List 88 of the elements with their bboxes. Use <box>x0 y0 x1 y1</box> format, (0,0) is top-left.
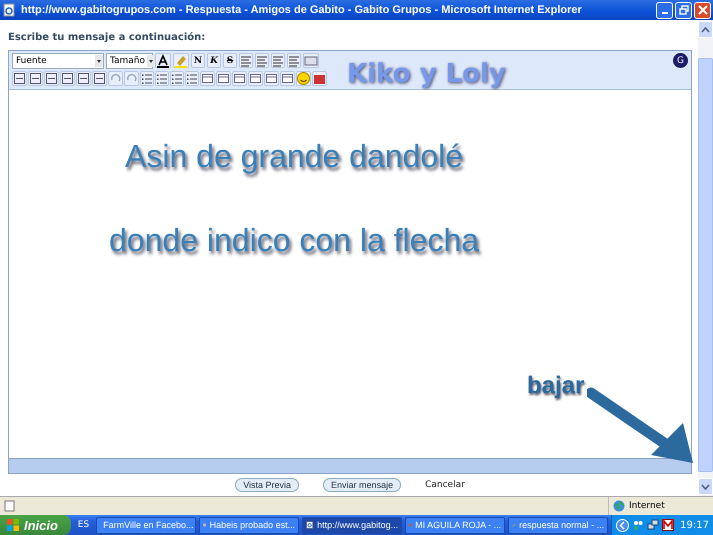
insert-icon <box>281 72 294 86</box>
start-button[interactable]: Inicio <box>0 515 71 535</box>
insert-icon <box>265 72 278 86</box>
list-button[interactable] <box>155 71 169 86</box>
insert-button[interactable] <box>280 71 295 86</box>
insert-button[interactable] <box>232 71 247 86</box>
smiley-icon <box>297 72 310 86</box>
cancel-link[interactable]: Cancelar <box>425 480 465 490</box>
minimize-button[interactable] <box>656 2 673 18</box>
window-title: http://www.gabitogrupos.com - Respuesta - Amigos de Gabito - Gabito Grupos - Microsoft Internet Explorer <box>21 4 583 16</box>
insert-button[interactable] <box>264 71 279 86</box>
insert-button[interactable] <box>248 71 263 86</box>
tool-icon <box>13 72 26 86</box>
code-view-icon <box>304 54 318 67</box>
page-icon <box>4 500 16 512</box>
toolbar-button[interactable] <box>28 71 43 86</box>
align-lines-icon <box>288 54 300 67</box>
tv-icon <box>313 72 326 86</box>
taskbar-item[interactable]: respuesta normal - ... <box>508 516 608 534</box>
list-button[interactable] <box>140 71 154 86</box>
insert-button[interactable] <box>200 71 215 86</box>
taskbar-item[interactable]: Habeis probado est... <box>199 516 300 534</box>
tool-icon <box>93 72 106 86</box>
align-button[interactable] <box>239 53 253 68</box>
mail-icon[interactable] <box>662 519 674 531</box>
insert-button[interactable] <box>216 71 231 86</box>
toolbar-button[interactable] <box>92 71 107 86</box>
html-button[interactable] <box>303 53 319 68</box>
list-icon <box>171 72 183 85</box>
people-icon[interactable] <box>632 519 644 531</box>
align-lines-icon <box>272 54 284 67</box>
text-color-button[interactable] <box>155 53 171 68</box>
list-icon <box>186 72 198 85</box>
message-text: Asin de grande dandolé <box>125 138 464 175</box>
insert-icon <box>217 72 230 86</box>
format-button[interactable]: S <box>223 53 237 68</box>
chevron-icon[interactable] <box>616 518 630 532</box>
format-button[interactable]: N <box>191 53 205 68</box>
language-indicator[interactable]: ES <box>74 520 94 530</box>
video-button[interactable] <box>312 71 327 86</box>
highlighter-icon <box>174 54 188 68</box>
message-text: donde indico con la flecha <box>109 222 480 259</box>
emoticon-button[interactable] <box>296 71 311 86</box>
clock: 19:17 <box>680 520 709 530</box>
dropdown-caret-icon <box>147 54 156 67</box>
form-button[interactable]: Enviar mensaje <box>323 478 402 492</box>
list-button[interactable] <box>185 71 199 86</box>
tool-icon <box>61 72 74 86</box>
windows-logo-icon <box>6 518 20 532</box>
toolbar-button[interactable] <box>12 71 27 86</box>
close-icon <box>698 5 708 15</box>
align-lines-icon <box>256 54 268 67</box>
dropdown-caret-icon <box>95 54 103 67</box>
align-button[interactable] <box>255 53 269 68</box>
letter-a-icon <box>156 54 170 68</box>
minimize-icon <box>662 12 668 14</box>
tool-icon <box>29 72 42 86</box>
form-button[interactable]: Vista Previa <box>235 478 300 492</box>
profile-badge: G <box>673 53 688 68</box>
font-dropdown[interactable]: Fuente <box>12 52 104 69</box>
align-button[interactable] <box>287 53 301 68</box>
tool-icon <box>77 72 90 86</box>
insert-icon <box>249 72 262 86</box>
tool-icon <box>45 72 58 86</box>
network-icon[interactable] <box>647 519 660 531</box>
message-prompt: Escribe tu mensaje a continuación: <box>8 32 206 45</box>
list-button[interactable] <box>170 71 184 86</box>
size-dropdown[interactable]: Tamaño <box>106 52 153 69</box>
insert-icon <box>233 72 246 86</box>
restore-button[interactable] <box>675 2 692 18</box>
page-icon <box>3 3 17 17</box>
list-icon <box>141 72 153 85</box>
toolbar-button[interactable] <box>60 71 75 86</box>
close-button[interactable] <box>694 2 711 18</box>
align-lines-icon <box>240 54 252 67</box>
insert-icon <box>201 72 214 86</box>
taskbar-item[interactable]: MI AGUILA ROJA - ... <box>405 516 506 534</box>
annotation-label: bajar <box>527 372 584 400</box>
signature-overlay: Kiko y Loly <box>347 58 506 89</box>
toolbar-button[interactable] <box>76 71 91 86</box>
taskbar-item[interactable]: http://www.gabitog... <box>302 516 402 534</box>
list-icon <box>156 72 168 85</box>
align-button[interactable] <box>271 53 285 68</box>
restore-icon <box>678 5 688 15</box>
security-zone: Internet <box>629 501 665 511</box>
format-button[interactable]: K <box>207 53 221 68</box>
toolbar-button[interactable] <box>44 71 59 86</box>
taskbar-item[interactable]: FarmVille en Facebo... <box>96 516 196 534</box>
